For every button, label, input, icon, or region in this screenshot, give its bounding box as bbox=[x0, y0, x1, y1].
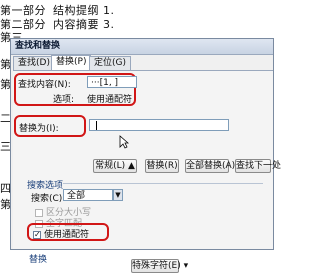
more-options-button[interactable]: 常规(L) ▲ bbox=[93, 159, 137, 173]
dialog-title: 查找和替换 bbox=[11, 39, 273, 55]
replace-label: 替换为(I): bbox=[19, 124, 59, 134]
search-direction-label: 搜索(C): bbox=[31, 194, 66, 204]
tab-replace[interactable]: 替换(P) bbox=[51, 55, 92, 71]
search-direction-select[interactable]: 全部 bbox=[63, 189, 113, 201]
special-characters-button[interactable]: 特殊字符(E) ▾ bbox=[131, 259, 188, 273]
options-label: 选项: bbox=[53, 95, 75, 105]
replace-section-title: 替换 bbox=[29, 255, 48, 265]
replace-panel: 查找内容(N): ···[1, ] 选项: 使用通配符 替换为(I): 常规(L… bbox=[13, 70, 281, 273]
find-replace-dialog: 查找和替换 查找(D) 替换(P) 定位(G) 查找内容(N): ···[1, … bbox=[10, 38, 281, 273]
find-next-button[interactable]: 查找下一处 bbox=[235, 159, 281, 173]
chevron-down-icon[interactable]: ▼ bbox=[113, 189, 123, 201]
replace-all-button[interactable]: 全部替换(A) bbox=[185, 159, 235, 173]
tab-find[interactable]: 查找(D) bbox=[13, 56, 55, 70]
tab-goto[interactable]: 定位(G) bbox=[89, 56, 131, 70]
replace-input[interactable] bbox=[89, 119, 229, 131]
use-wildcards-checkbox[interactable]: ✓ bbox=[33, 230, 41, 239]
search-options-title: 搜索选项 bbox=[27, 181, 64, 191]
options-value: 使用通配符 bbox=[87, 95, 133, 105]
text-caret bbox=[96, 121, 97, 130]
divider bbox=[63, 183, 263, 184]
replace-button[interactable]: 替换(R) bbox=[145, 159, 179, 173]
find-input[interactable]: ···[1, ] bbox=[87, 76, 137, 88]
find-label: 查找内容(N): bbox=[18, 80, 71, 90]
use-wildcards-option[interactable]: ✓ 使用通配符 bbox=[33, 227, 89, 240]
mouse-pointer-icon bbox=[119, 135, 129, 149]
